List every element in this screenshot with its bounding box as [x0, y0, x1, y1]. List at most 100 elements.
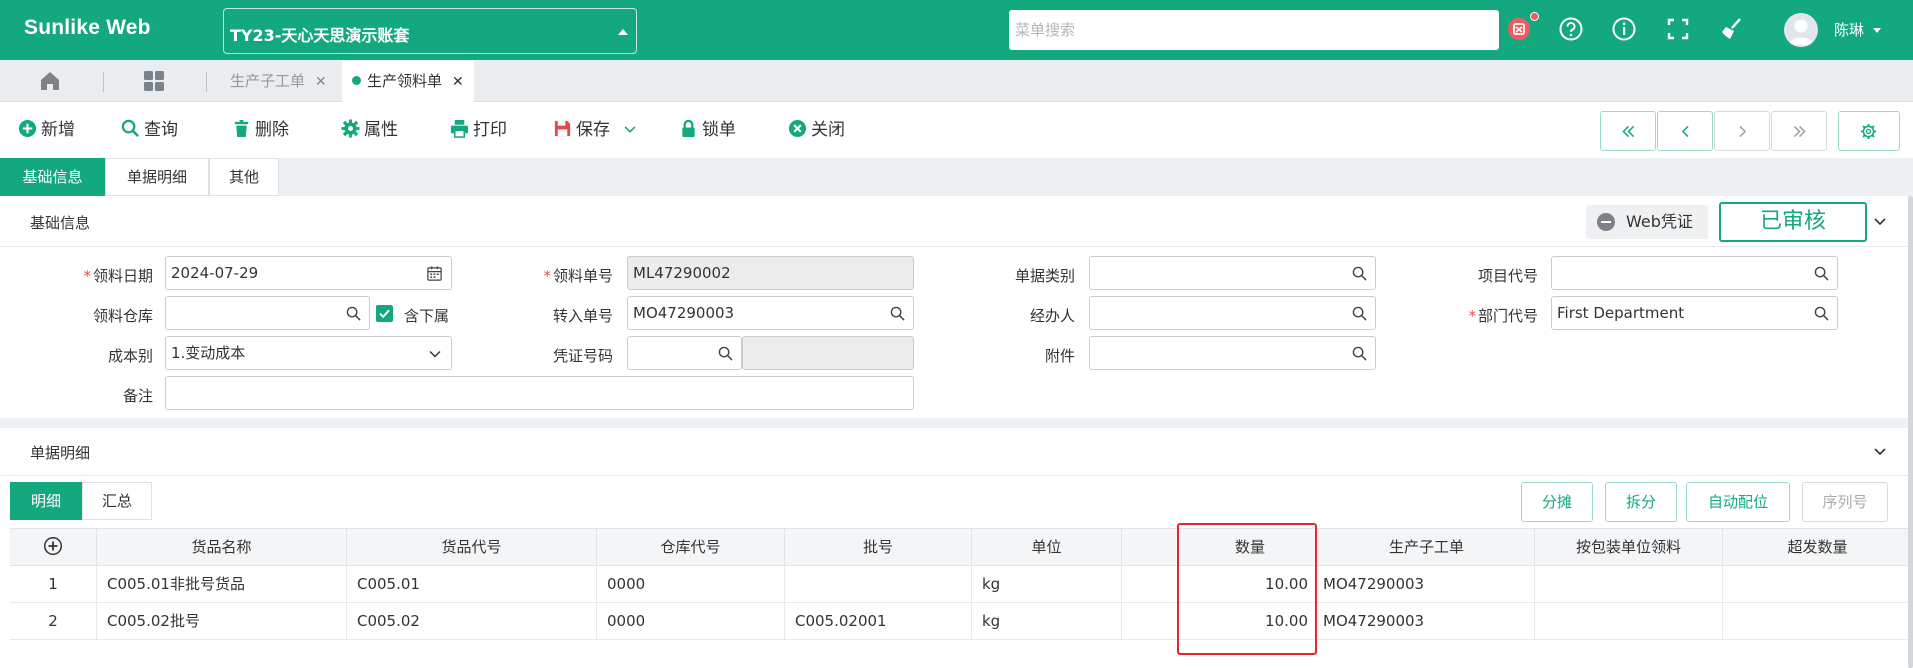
plus-circle-icon[interactable] — [43, 536, 63, 556]
fullscreen-icon[interactable] — [1664, 15, 1692, 43]
apps-grid-icon[interactable] — [142, 69, 166, 97]
tab-summary[interactable]: 汇总 — [82, 482, 152, 520]
cell-warehouse[interactable]: 0000 — [597, 603, 785, 640]
col-header-unit[interactable]: 单位 — [972, 528, 1122, 566]
collapse-chevron-icon[interactable] — [1872, 444, 1888, 460]
menu-search-input[interactable] — [1009, 10, 1499, 50]
notification-icon[interactable] — [1505, 15, 1533, 43]
account-selector[interactable]: TY23-天心天思演示账套 — [223, 8, 637, 54]
cell-batch[interactable]: C005.02001 — [785, 603, 972, 640]
tab-basic-info[interactable]: 基础信息 — [0, 158, 105, 196]
cell-sub-order[interactable]: MO47290003 — [1319, 603, 1535, 640]
col-header-pkg-pick[interactable]: 按包装单位领料 — [1535, 528, 1723, 566]
print-button[interactable]: 打印 — [450, 118, 507, 142]
tab-detail[interactable]: 明细 — [10, 482, 82, 520]
cell-batch[interactable] — [785, 566, 972, 603]
split-button[interactable]: 拆分 — [1605, 482, 1677, 522]
query-button[interactable]: 查询 — [121, 118, 178, 142]
search-icon[interactable] — [1814, 266, 1829, 281]
cell-over-qty[interactable] — [1723, 603, 1913, 640]
col-header-item-code[interactable]: 货品代号 — [347, 528, 597, 566]
auto-locate-button[interactable]: 自动配位 — [1686, 482, 1790, 522]
project-field[interactable] — [1551, 256, 1838, 290]
search-icon[interactable] — [1352, 306, 1367, 321]
cell-qty[interactable]: 10.00 — [1122, 603, 1319, 640]
cell-unit[interactable]: kg — [972, 566, 1122, 603]
tab-sub-work-order[interactable]: 生产子工单 ✕ — [230, 60, 327, 102]
col-header-over-qty[interactable]: 超发数量 — [1723, 528, 1913, 566]
collapse-chevron-icon[interactable] — [1872, 214, 1888, 230]
cell-item-name[interactable]: C005.02批号 — [97, 603, 347, 640]
remark-field[interactable] — [165, 376, 914, 410]
col-header-sub-order[interactable]: 生产子工单 — [1319, 528, 1535, 566]
settings-button[interactable] — [1838, 111, 1900, 151]
close-tab-icon[interactable]: ✕ — [315, 74, 327, 90]
toolbar: 新增 查询 删除 属性 打印 保存 锁单 关闭 — [0, 102, 1913, 158]
add-button[interactable]: 新增 — [18, 118, 75, 142]
cell-item-code[interactable]: C005.02 — [347, 603, 597, 640]
search-icon[interactable] — [1814, 306, 1829, 321]
prev-record-button[interactable] — [1657, 111, 1713, 151]
lock-icon — [682, 119, 695, 138]
cell-item-code[interactable]: C005.01 — [347, 566, 597, 603]
pick-date-field[interactable]: 2024-07-29 — [165, 256, 452, 290]
allocate-button[interactable]: 分摊 — [1521, 482, 1593, 522]
close-button[interactable]: 关闭 — [788, 118, 845, 142]
search-icon[interactable] — [1352, 346, 1367, 361]
cell-qty[interactable]: 10.00 — [1122, 566, 1319, 603]
chevron-down-icon[interactable] — [623, 122, 637, 136]
cell-pkg-pick[interactable] — [1535, 566, 1723, 603]
search-icon[interactable] — [890, 306, 905, 321]
voucher-no-field[interactable] — [627, 336, 742, 370]
cost-type-select[interactable]: 1.变动成本 — [165, 336, 452, 370]
user-name[interactable]: 陈琳 — [1834, 19, 1864, 40]
cell-over-qty[interactable] — [1723, 566, 1913, 603]
web-voucher-button[interactable]: Web凭证 — [1586, 205, 1708, 239]
clear-broom-icon[interactable] — [1718, 15, 1746, 43]
serial-no-button[interactable]: 序列号 — [1802, 482, 1888, 522]
tab-doc-detail[interactable]: 单据明细 — [105, 158, 209, 196]
lock-button[interactable]: 锁单 — [679, 118, 736, 142]
user-avatar[interactable] — [1784, 13, 1818, 47]
col-header-item-name[interactable]: 货品名称 — [97, 528, 347, 566]
info-icon[interactable] — [1610, 15, 1638, 43]
cell-warehouse[interactable]: 0000 — [597, 566, 785, 603]
delete-button[interactable]: 删除 — [232, 118, 289, 142]
cell-item-name[interactable]: C005.01非批号货品 — [97, 566, 347, 603]
include-sub-checkbox[interactable] — [376, 305, 393, 322]
home-icon[interactable] — [38, 69, 62, 97]
add-row-header[interactable] — [10, 528, 97, 566]
handler-field[interactable] — [1089, 296, 1376, 330]
save-button[interactable]: 保存 — [553, 118, 641, 142]
calendar-icon[interactable] — [426, 265, 443, 282]
col-header-warehouse[interactable]: 仓库代号 — [597, 528, 785, 566]
check-icon — [379, 309, 390, 319]
attachment-field[interactable] — [1089, 336, 1376, 370]
warehouse-field[interactable] — [165, 296, 370, 330]
vertical-scrollbar[interactable] — [1908, 196, 1913, 668]
col-header-qty[interactable]: 数量 — [1122, 528, 1319, 566]
printer-icon — [450, 119, 469, 138]
search-icon[interactable] — [346, 306, 361, 321]
last-record-button[interactable] — [1771, 111, 1827, 151]
search-icon[interactable] — [718, 346, 733, 361]
col-header-batch[interactable]: 批号 — [785, 528, 972, 566]
first-record-button[interactable] — [1600, 111, 1656, 151]
tab-other[interactable]: 其他 — [209, 158, 279, 196]
cell-sub-order[interactable]: MO47290003 — [1319, 566, 1535, 603]
help-icon[interactable] — [1557, 15, 1585, 43]
search-icon[interactable] — [1352, 266, 1367, 281]
dept-field[interactable]: First Department — [1551, 296, 1838, 330]
close-tab-icon[interactable]: ✕ — [452, 74, 464, 90]
cell-unit[interactable]: kg — [972, 603, 1122, 640]
doc-type-field[interactable] — [1089, 256, 1376, 290]
tab-material-requisition[interactable]: 生产领料单 ✕ — [342, 60, 474, 102]
user-menu-caret-icon[interactable] — [1873, 28, 1881, 33]
tab-divider — [206, 72, 207, 92]
next-record-button[interactable] — [1714, 111, 1770, 151]
tab-label: 生产子工单 — [230, 72, 306, 90]
properties-button[interactable]: 属性 — [341, 118, 398, 142]
transfer-no-field[interactable]: MO47290003 — [627, 296, 914, 330]
cell-pkg-pick[interactable] — [1535, 603, 1723, 640]
attachment-label: 附件 — [1044, 347, 1075, 365]
